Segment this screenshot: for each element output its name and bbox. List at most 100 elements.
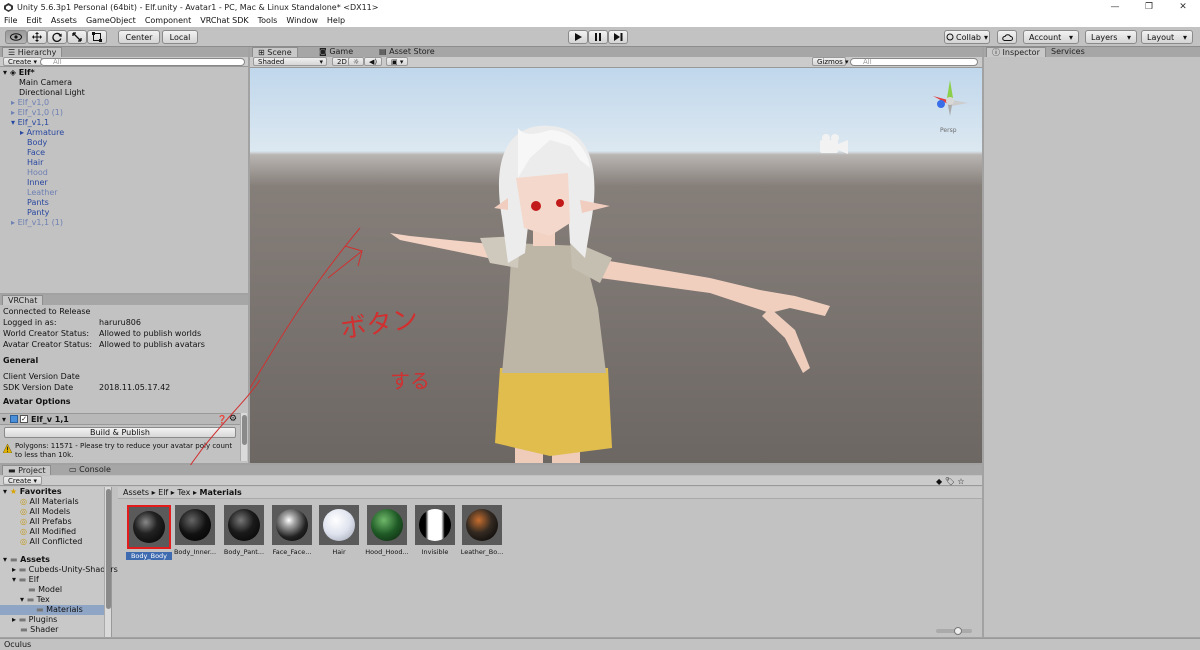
rect-tool-button[interactable]: [87, 30, 107, 44]
material-asset[interactable]: Body_Pant...: [221, 505, 267, 556]
menu-file[interactable]: File: [4, 16, 17, 25]
orientation-gizmo-icon[interactable]: [933, 80, 968, 116]
tab-vrchat[interactable]: VRChat: [2, 295, 44, 305]
pause-button[interactable]: [588, 30, 608, 44]
list-item[interactable]: ◎ All Conflicted: [0, 537, 111, 547]
breadcrumb-item[interactable]: Tex: [177, 488, 190, 497]
list-item[interactable]: ▸ ▬ Cubeds-Unity-Shaders: [0, 565, 118, 575]
menu-vrchat-sdk[interactable]: VRChat SDK: [200, 16, 248, 25]
maximize-button[interactable]: ❐: [1132, 0, 1166, 14]
material-asset[interactable]: Leather_Bo...: [459, 505, 505, 556]
list-item[interactable]: Face: [0, 148, 240, 158]
menu-window[interactable]: Window: [286, 16, 318, 25]
lighting-toggle[interactable]: ☼: [348, 57, 365, 66]
material-asset[interactable]: Hair: [316, 505, 362, 556]
layout-dropdown[interactable]: Layout ▾: [1141, 30, 1193, 44]
material-asset[interactable]: Body_Body: [126, 505, 172, 560]
space-local-button[interactable]: Local: [162, 30, 198, 44]
close-button[interactable]: ✕: [1166, 0, 1200, 14]
assets-header[interactable]: ▾ ▬ Assets: [0, 555, 111, 565]
scene-root[interactable]: ▾ ◈ Elf*: [0, 68, 240, 78]
material-asset[interactable]: Face_Face...: [269, 505, 315, 556]
active-checkbox[interactable]: ✓: [20, 415, 28, 423]
project-create-button[interactable]: Create ▾: [3, 476, 43, 485]
scene-search-input[interactable]: All: [850, 58, 978, 66]
cloud-button[interactable]: [997, 30, 1017, 44]
menu-component[interactable]: Component: [145, 16, 191, 25]
list-item[interactable]: ▸ Elf_v1,0: [0, 98, 240, 108]
menu-gameobject[interactable]: GameObject: [86, 16, 136, 25]
tab-game[interactable]: ◙ Game: [314, 47, 358, 57]
menu-assets[interactable]: Assets: [51, 16, 77, 25]
menu-tools[interactable]: Tools: [258, 16, 278, 25]
layers-dropdown[interactable]: Layers ▾: [1085, 30, 1137, 44]
filter-label-icon[interactable]: 🏷: [945, 477, 955, 486]
material-asset[interactable]: Body_Inner...: [172, 505, 218, 556]
favorites-header[interactable]: ▾ ★ Favorites: [0, 487, 111, 497]
list-item[interactable]: Panty: [0, 208, 240, 218]
list-item[interactable]: ▾ ▬ Elf: [0, 575, 111, 585]
breadcrumb-item[interactable]: Elf: [158, 488, 168, 497]
list-item[interactable]: ▸ Armature: [0, 128, 240, 138]
list-item[interactable]: Pants: [0, 198, 240, 208]
list-item[interactable]: ◎ All Modified: [0, 527, 111, 537]
step-button[interactable]: [608, 30, 628, 44]
list-item[interactable]: ◎ All Prefabs: [0, 517, 111, 527]
audio-toggle[interactable]: ◀): [364, 57, 383, 66]
tab-console[interactable]: ▭ Console: [64, 465, 116, 475]
list-item[interactable]: ▬ Model: [0, 585, 111, 595]
shading-mode-dropdown[interactable]: Shaded ▾: [253, 57, 327, 66]
rotate-tool-button[interactable]: [47, 30, 67, 44]
tab-hierarchy[interactable]: ☰ Hierarchy: [2, 47, 63, 57]
list-item[interactable]: Leather: [0, 188, 240, 198]
minimize-button[interactable]: —: [1098, 0, 1132, 14]
list-item[interactable]: ▾ Elf_v1,1: [0, 118, 240, 128]
list-item[interactable]: ▸ Elf_v1,0 (1): [0, 108, 240, 118]
breadcrumb-item[interactable]: Assets: [123, 488, 149, 497]
tab-project[interactable]: ▬ Project: [2, 465, 52, 475]
folder-tree-scrollbar[interactable]: [104, 487, 111, 637]
material-asset[interactable]: Invisible: [412, 505, 458, 556]
tab-scene[interactable]: ⊞ Scene: [252, 47, 298, 57]
list-item[interactable]: Body: [0, 138, 240, 148]
move-tool-button[interactable]: [27, 30, 47, 44]
account-dropdown[interactable]: Account ▾: [1023, 30, 1079, 44]
list-item[interactable]: ◎ All Models: [0, 507, 111, 517]
list-item[interactable]: Inner: [0, 178, 240, 188]
star-icon[interactable]: ☆: [957, 477, 964, 486]
scale-tool-button[interactable]: [67, 30, 87, 44]
hierarchy-create-button[interactable]: Create ▾: [3, 57, 43, 66]
pivot-center-button[interactable]: Center: [118, 30, 160, 44]
menu-edit[interactable]: Edit: [26, 16, 42, 25]
list-item[interactable]: ▸ Elf_v1,1 (1): [0, 218, 240, 228]
list-item[interactable]: ▾ ▬ Tex: [0, 595, 111, 605]
hierarchy-search-input[interactable]: All: [40, 58, 245, 66]
icon-size-slider[interactable]: [936, 627, 972, 635]
list-item[interactable]: ◎ All Materials: [0, 497, 111, 507]
list-item[interactable]: ▬ Materials: [0, 605, 111, 615]
persp-label[interactable]: Persp: [940, 127, 957, 134]
list-item[interactable]: Main Camera: [0, 78, 240, 88]
list-item[interactable]: Hair: [0, 158, 240, 168]
list-item[interactable]: ▬ Shader: [0, 625, 111, 635]
vrchat-scrollbar[interactable]: [240, 413, 247, 461]
list-item[interactable]: ▸ ▬ Plugins: [0, 615, 111, 625]
material-asset[interactable]: Hood_Hood...: [364, 505, 410, 556]
build-publish-button[interactable]: Build & Publish: [4, 427, 236, 438]
list-item[interactable]: Hood: [0, 168, 240, 178]
filter-type-icon[interactable]: ◆: [936, 477, 942, 486]
view-tool-button[interactable]: [5, 30, 27, 44]
tab-services[interactable]: Services: [1046, 47, 1090, 57]
gizmos-dropdown[interactable]: Gizmos ▾: [812, 57, 849, 66]
collab-button[interactable]: Collab ▾: [944, 30, 990, 44]
scene-viewport[interactable]: ボタン する Persp: [250, 68, 982, 463]
tab-asset-store[interactable]: ▤ Asset Store: [374, 47, 440, 57]
tab-inspector[interactable]: ⓘ Inspector: [986, 47, 1046, 57]
help-icon[interactable]: ❓: [217, 415, 227, 424]
effects-toggle[interactable]: ▣ ▾: [386, 57, 409, 66]
play-button[interactable]: [568, 30, 588, 44]
menu-help[interactable]: Help: [327, 16, 345, 25]
list-item[interactable]: Directional Light: [0, 88, 240, 98]
breadcrumb-item[interactable]: Materials: [200, 488, 242, 497]
gear-icon[interactable]: ⚙: [229, 414, 237, 424]
